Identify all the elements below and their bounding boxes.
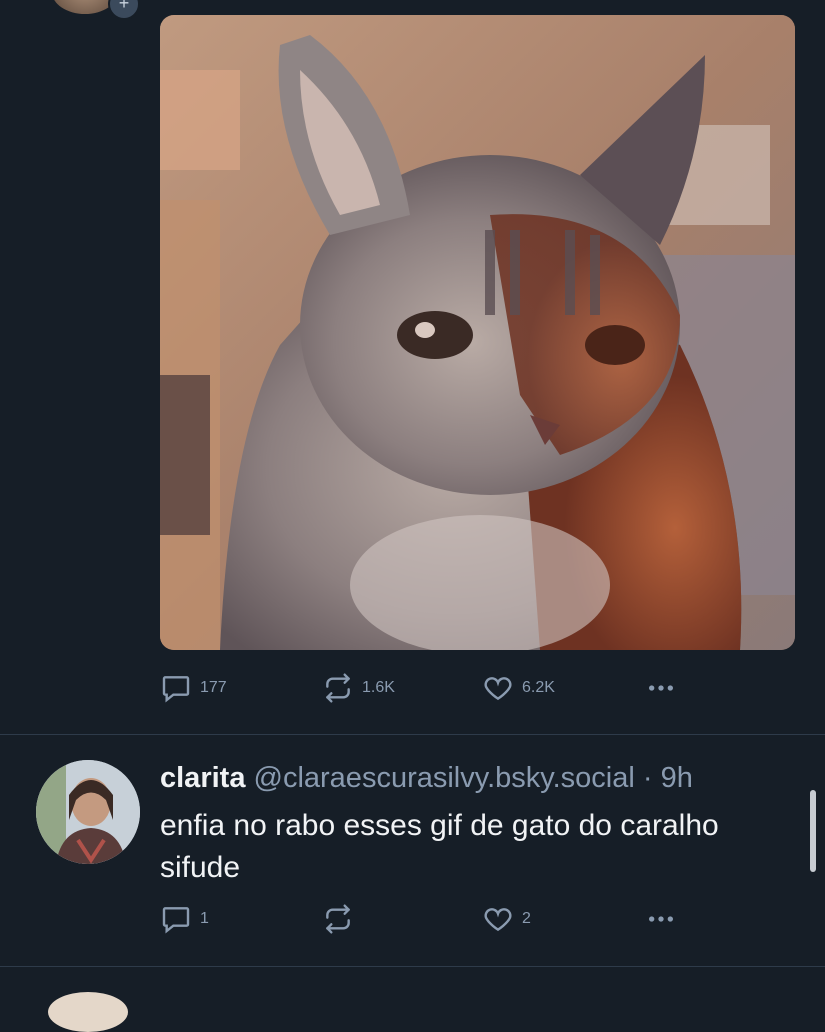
repost-count: 1.6K bbox=[362, 679, 395, 696]
reply-count: 1 bbox=[200, 910, 209, 927]
more-options-button[interactable] bbox=[645, 672, 677, 704]
heart-icon bbox=[484, 677, 512, 701]
repost-button[interactable]: 1.6K bbox=[322, 672, 395, 704]
ellipsis-icon bbox=[649, 685, 673, 691]
display-name[interactable]: clarita bbox=[160, 762, 245, 794]
post-divider-2 bbox=[0, 966, 825, 967]
user-handle[interactable]: @claraescurasilvy.bsky.social bbox=[254, 762, 635, 794]
cat-image bbox=[160, 15, 795, 650]
ellipsis-icon bbox=[649, 916, 673, 922]
heart-icon bbox=[484, 908, 512, 932]
speech-bubble-icon bbox=[162, 907, 190, 934]
repost-arrows-icon bbox=[326, 904, 350, 934]
more-options-button-2[interactable] bbox=[645, 903, 677, 935]
like-count: 6.2K bbox=[522, 679, 555, 696]
reply-post-header: clarita @claraescurasilvy.bsky.social · … bbox=[160, 762, 693, 795]
post-divider bbox=[0, 734, 825, 735]
like-button-2[interactable]: 2 bbox=[482, 903, 531, 935]
reply-author-avatar[interactable] bbox=[36, 760, 140, 864]
like-button[interactable]: 6.2K bbox=[482, 672, 555, 704]
post-media-gif[interactable] bbox=[160, 15, 795, 650]
like-count: 2 bbox=[522, 910, 531, 927]
post-time: · 9h bbox=[642, 762, 693, 794]
reply-button[interactable]: 177 bbox=[160, 672, 227, 704]
reply-post-text: enfia no rabo esses gif de gato do caral… bbox=[160, 809, 719, 884]
repost-arrows-icon bbox=[326, 673, 350, 703]
next-post-avatar[interactable] bbox=[48, 992, 128, 1032]
scrollbar[interactable] bbox=[810, 790, 816, 872]
reply-count: 177 bbox=[200, 679, 227, 696]
repost-button-2[interactable] bbox=[322, 903, 362, 935]
person-photo bbox=[36, 760, 140, 864]
reply-button-2[interactable]: 1 bbox=[160, 903, 209, 935]
speech-bubble-icon bbox=[162, 676, 190, 703]
follow-plus-icon[interactable]: + bbox=[108, 0, 140, 20]
